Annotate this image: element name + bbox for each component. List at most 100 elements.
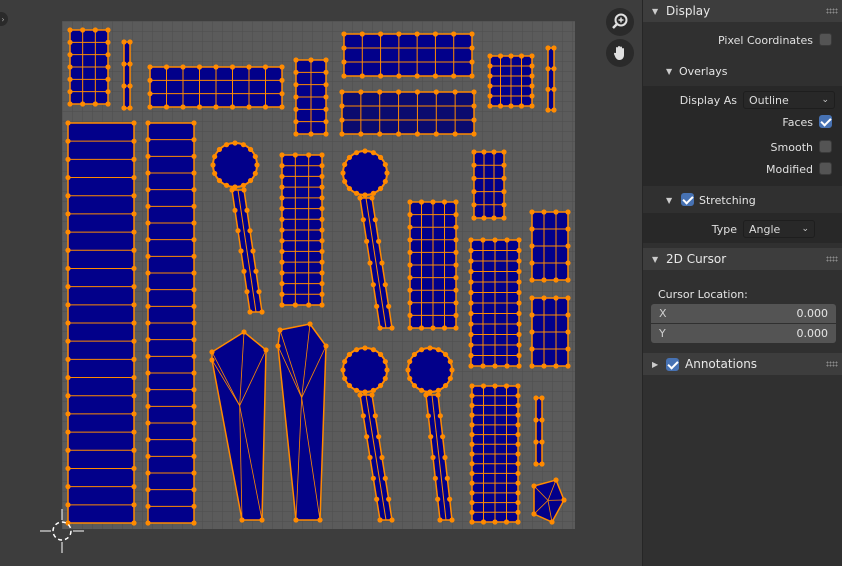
uv-vertex[interactable] <box>359 73 365 79</box>
uv-vertex[interactable] <box>407 287 413 293</box>
faces-checkbox[interactable] <box>819 115 832 128</box>
uv-vertex[interactable] <box>277 327 283 333</box>
uv-vertex[interactable] <box>65 502 71 508</box>
uv-vertex[interactable] <box>246 104 252 110</box>
uv-vertex[interactable] <box>487 93 493 99</box>
uv-vertex[interactable] <box>191 153 197 159</box>
uv-vertex[interactable] <box>425 413 431 419</box>
uv-vertex[interactable] <box>468 237 474 243</box>
uv-vertex[interactable] <box>407 199 413 205</box>
uv-vertex[interactable] <box>377 382 384 389</box>
uv-vertex[interactable] <box>407 237 413 243</box>
uv-vertex[interactable] <box>65 338 71 344</box>
uv-vertex[interactable] <box>395 89 402 95</box>
uv-vertex[interactable] <box>191 487 197 493</box>
uv-vertex[interactable] <box>370 150 377 156</box>
uv-vertex[interactable] <box>487 63 493 69</box>
uv-vertex[interactable] <box>223 182 230 188</box>
uv-vertex[interactable] <box>191 370 197 376</box>
uv-vertex[interactable] <box>191 353 197 359</box>
uv-vertex[interactable] <box>145 403 151 409</box>
uv-vertex[interactable] <box>279 216 285 222</box>
uv-vertex[interactable] <box>451 31 457 37</box>
uv-vertex[interactable] <box>131 211 137 217</box>
uv-vertex[interactable] <box>533 439 539 445</box>
uv-vertex[interactable] <box>319 280 325 287</box>
uv-vertex[interactable] <box>191 403 197 409</box>
uv-vertex[interactable] <box>105 27 111 33</box>
uv-vertex[interactable] <box>353 387 360 393</box>
uv-vertex[interactable] <box>384 170 390 176</box>
uv-vertex[interactable] <box>452 89 458 95</box>
uv-island[interactable] <box>489 55 533 107</box>
uv-vertex[interactable] <box>279 195 285 201</box>
uv-vertex[interactable] <box>515 480 521 486</box>
uv-vertex[interactable] <box>471 89 477 95</box>
uv-vertex[interactable] <box>469 470 475 477</box>
uv-vertex[interactable] <box>471 215 477 221</box>
uv-vertex[interactable] <box>145 203 151 209</box>
uv-vertex[interactable] <box>518 53 525 59</box>
uv-vertex[interactable] <box>247 177 254 184</box>
uv-vertex[interactable] <box>453 249 459 255</box>
uv-vertex[interactable] <box>191 203 197 209</box>
uv-vertex[interactable] <box>292 152 298 158</box>
uv-vertex[interactable] <box>239 517 245 523</box>
uv-vertex[interactable] <box>147 104 153 110</box>
uv-vertex[interactable] <box>508 53 514 59</box>
uv-vertex[interactable] <box>65 229 71 235</box>
uv-vertex[interactable] <box>471 175 477 181</box>
uv-vertex[interactable] <box>516 363 522 369</box>
uv-island[interactable] <box>67 122 135 524</box>
uv-vertex[interactable] <box>319 259 325 265</box>
uv-vertex[interactable] <box>308 131 314 137</box>
uv-vertex[interactable] <box>191 270 197 276</box>
uv-vertex[interactable] <box>342 375 348 382</box>
uv-vertex[interactable] <box>541 295 547 301</box>
uv-vertex[interactable] <box>468 342 474 348</box>
uv-vertex[interactable] <box>529 277 535 283</box>
uv-vertex[interactable] <box>516 331 522 338</box>
uv-vertex[interactable] <box>145 437 151 443</box>
uv-vertex[interactable] <box>370 282 376 288</box>
uv-vertex[interactable] <box>279 259 285 265</box>
uv-vertex[interactable] <box>279 205 285 212</box>
uv-island[interactable] <box>531 211 569 281</box>
uv-vertex[interactable] <box>367 454 373 461</box>
uv-vertex[interactable] <box>145 337 151 343</box>
uv-vertex[interactable] <box>339 103 345 109</box>
uv-vertex[interactable] <box>145 320 151 326</box>
uv-vertex[interactable] <box>279 91 285 97</box>
uv-editor-viewport[interactable]: › <box>0 0 642 566</box>
uv-vertex[interactable] <box>529 63 535 69</box>
uv-vertex[interactable] <box>414 89 421 95</box>
modified-checkbox[interactable] <box>819 162 832 175</box>
uv-vertex[interactable] <box>147 64 153 70</box>
uv-vertex[interactable] <box>65 320 71 326</box>
uv-vertex[interactable] <box>430 199 436 205</box>
uv-vertex[interactable] <box>503 383 510 389</box>
pan-button[interactable] <box>606 39 634 67</box>
uv-vertex[interactable] <box>367 260 373 266</box>
uv-vertex[interactable] <box>238 248 244 254</box>
zoom-button[interactable] <box>606 8 634 36</box>
uv-vertex[interactable] <box>471 117 477 123</box>
uv-vertex[interactable] <box>516 321 522 327</box>
uv-vertex[interactable] <box>341 45 347 51</box>
uv-vertex[interactable] <box>67 39 73 45</box>
uv-vertex[interactable] <box>65 447 71 453</box>
uv-vertex[interactable] <box>382 375 388 382</box>
uv-vertex[interactable] <box>469 422 475 428</box>
uv-vertex[interactable] <box>279 302 285 308</box>
uv-vertex[interactable] <box>180 64 186 70</box>
uv-vertex[interactable] <box>244 207 250 213</box>
uv-vertex[interactable] <box>209 357 215 363</box>
uv-vertex[interactable] <box>131 338 137 344</box>
uv-vertex[interactable] <box>241 329 247 335</box>
uv-vertex[interactable] <box>213 104 219 110</box>
uv-vertex[interactable] <box>121 105 127 111</box>
uv-vertex[interactable] <box>516 289 522 296</box>
uv-vertex[interactable] <box>65 120 71 126</box>
uv-vertex[interactable] <box>374 496 380 502</box>
uv-vertex[interactable] <box>105 39 111 45</box>
